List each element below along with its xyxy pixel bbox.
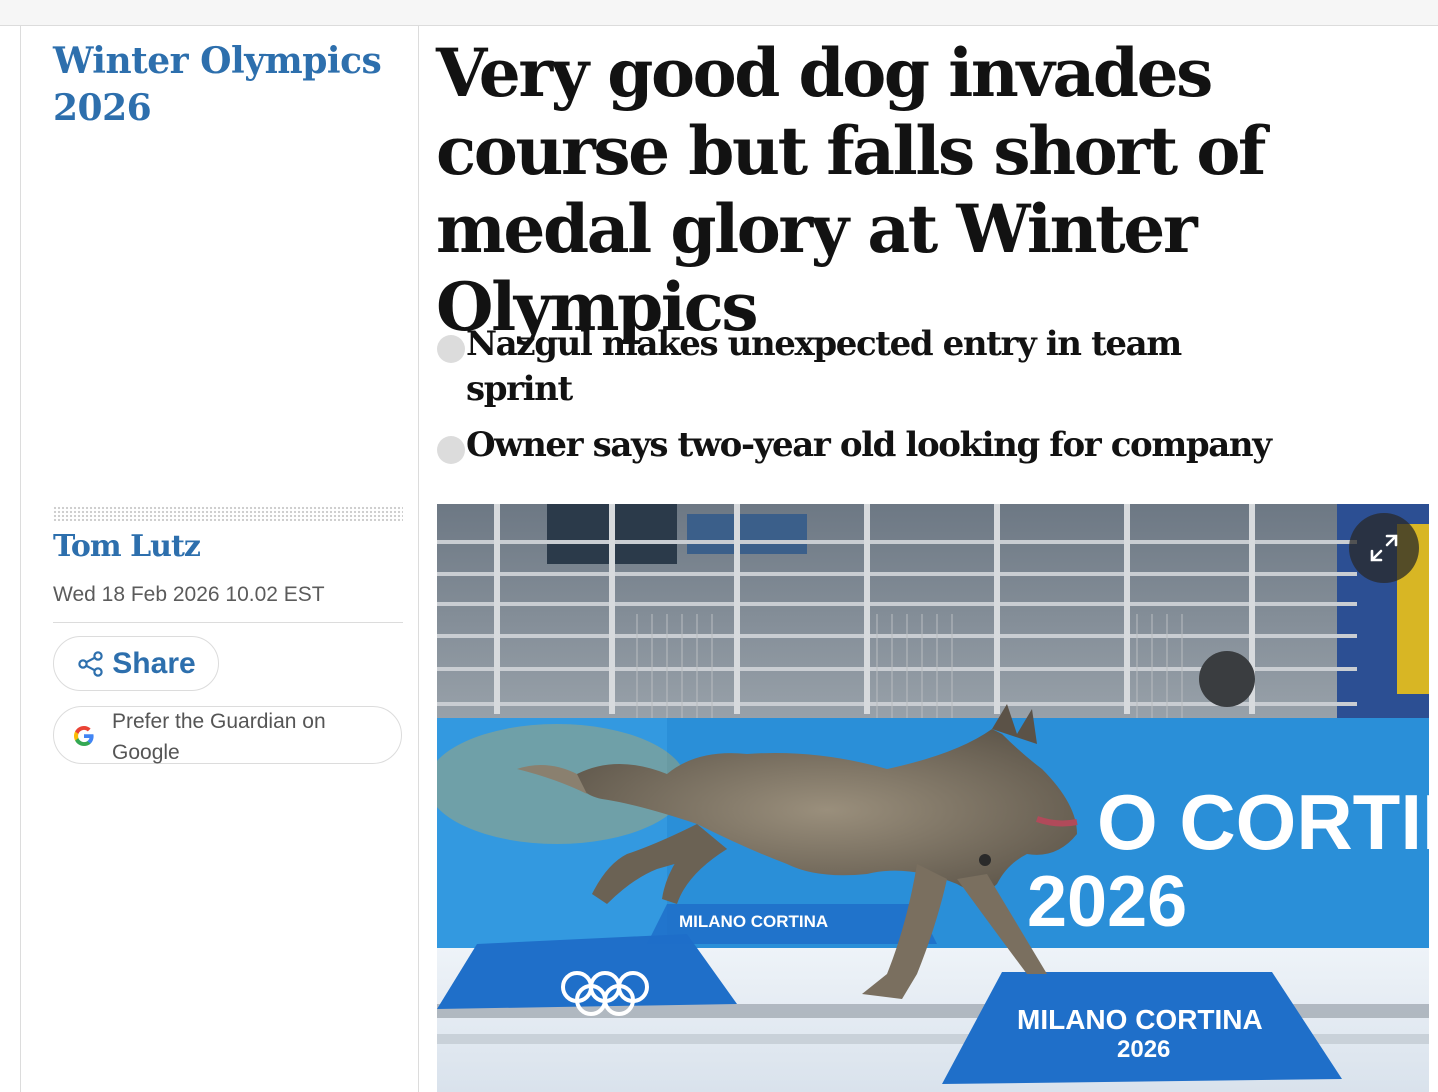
marker-right-sub: 2026 <box>1117 1036 1170 1063</box>
main-photo[interactable]: O CORTINA 2026 MILANO CORTINA MILANO COR… <box>437 504 1429 1092</box>
expand-image-button[interactable] <box>1349 513 1419 583</box>
standfirst-item: Owner says two-year old looking for comp… <box>436 423 1346 468</box>
marker-right-text: MILANO CORTINA <box>1017 1004 1263 1035</box>
share-button[interactable]: Share <box>53 636 219 691</box>
marker-left-text: MILANO CORTINA <box>679 912 828 931</box>
dog-on-course-image: O CORTINA 2026 MILANO CORTINA MILANO COR… <box>437 504 1429 1092</box>
prefer-guardian-google-button[interactable]: Prefer the Guardian on Google <box>53 706 402 764</box>
standfirst-item: Nazgul makes unexpected entry in team sp… <box>436 322 1226 412</box>
section-link[interactable]: Winter Olympics 2026 <box>53 38 413 132</box>
banner-text-2: 2026 <box>1027 862 1187 942</box>
column-divider <box>418 26 419 1092</box>
headline: Very good dog invades course but falls s… <box>436 34 1266 346</box>
banner-text-1: O CORTINA <box>1097 778 1429 866</box>
publish-date[interactable]: Wed 18 Feb 2026 10.02 EST <box>53 583 325 607</box>
author-link[interactable]: Tom Lutz <box>53 525 201 569</box>
prefer-guardian-label: Prefer the Guardian on Google <box>112 710 326 764</box>
share-icon <box>78 650 103 677</box>
expand-icon <box>1370 534 1398 562</box>
dotted-divider <box>53 506 403 521</box>
meta-divider <box>53 622 403 623</box>
standfirst-list: Nazgul makes unexpected entry in team sp… <box>436 322 1336 479</box>
google-icon <box>74 726 94 746</box>
left-divider <box>20 26 21 1092</box>
share-label: Share <box>112 646 196 680</box>
top-strip <box>0 0 1438 26</box>
